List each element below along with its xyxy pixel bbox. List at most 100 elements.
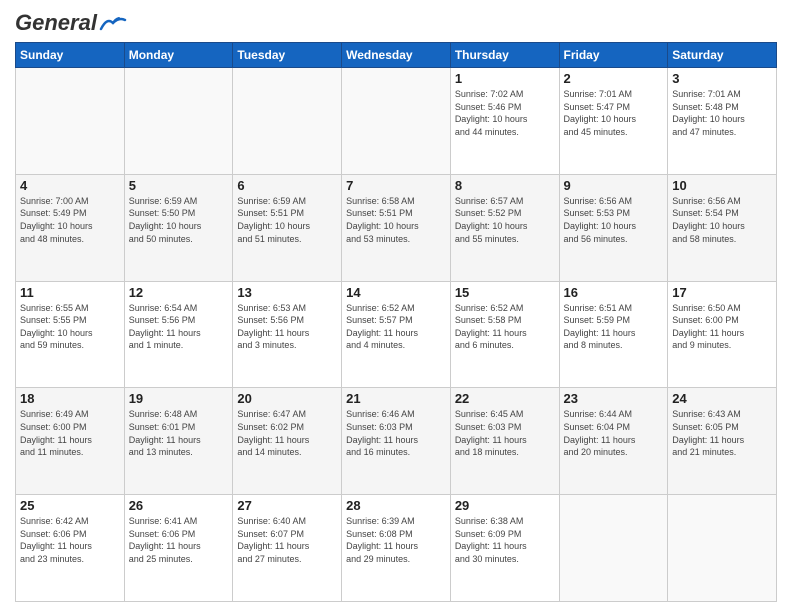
day-info: Sunrise: 6:42 AM Sunset: 6:06 PM Dayligh… [20,515,120,565]
day-info: Sunrise: 7:01 AM Sunset: 5:48 PM Dayligh… [672,88,772,138]
day-info: Sunrise: 6:59 AM Sunset: 5:50 PM Dayligh… [129,195,229,245]
calendar-cell: 18 Sunrise: 6:49 AM Sunset: 6:00 PM Dayli… [16,388,125,495]
week-row-1: 1Sunrise: 7:02 AM Sunset: 5:46 PM Daylig… [16,68,777,175]
calendar-cell [668,495,777,602]
page: General SundayMondayTuesdayWednesdayThur… [0,0,792,612]
day-number: 8 [455,178,555,193]
header: General [15,10,777,34]
weekday-header-saturday: Saturday [668,43,777,68]
calendar-table: SundayMondayTuesdayWednesdayThursdayFrid… [15,42,777,602]
logo-general-text: General [15,10,127,36]
day-number: 24 [672,391,772,406]
calendar-cell: 24 Sunrise: 6:43 AM Sunset: 6:05 PM Dayli… [668,388,777,495]
day-number: 3 [672,71,772,86]
day-info: Sunrise: 7:00 AM Sunset: 5:49 PM Dayligh… [20,195,120,245]
day-number: 10 [672,178,772,193]
day-info: Sunrise: 6:40 AM Sunset: 6:07 PM Dayligh… [237,515,337,565]
calendar-cell: 23 Sunrise: 6:44 AM Sunset: 6:04 PM Dayli… [559,388,668,495]
day-info: Sunrise: 6:39 AM Sunset: 6:08 PM Dayligh… [346,515,446,565]
day-number: 29 [455,498,555,513]
calendar-cell [16,68,125,175]
day-info: Sunrise: 6:56 AM Sunset: 5:54 PM Dayligh… [672,195,772,245]
week-row-4: 18 Sunrise: 6:49 AM Sunset: 6:00 PM Dayli… [16,388,777,495]
day-number: 27 [237,498,337,513]
calendar-cell: 17 Sunrise: 6:50 AM Sunset: 6:00 PM Dayli… [668,281,777,388]
week-row-2: 4 Sunrise: 7:00 AM Sunset: 5:49 PM Daylig… [16,174,777,281]
day-number: 18 [20,391,120,406]
calendar-cell: 2Sunrise: 7:01 AM Sunset: 5:47 PM Daylig… [559,68,668,175]
calendar-cell: 15 Sunrise: 6:52 AM Sunset: 5:58 PM Dayli… [450,281,559,388]
day-number: 11 [20,285,120,300]
calendar-cell: 20Sunrise: 6:47 AM Sunset: 6:02 PM Dayli… [233,388,342,495]
day-info: Sunrise: 6:53 AM Sunset: 5:56 PM Dayligh… [237,302,337,352]
day-info: Sunrise: 6:44 AM Sunset: 6:04 PM Dayligh… [564,408,664,458]
day-number: 12 [129,285,229,300]
day-info: Sunrise: 6:48 AM Sunset: 6:01 PM Dayligh… [129,408,229,458]
weekday-header-tuesday: Tuesday [233,43,342,68]
day-number: 5 [129,178,229,193]
day-info: Sunrise: 6:52 AM Sunset: 5:58 PM Dayligh… [455,302,555,352]
calendar-cell: 21Sunrise: 6:46 AM Sunset: 6:03 PM Dayli… [342,388,451,495]
weekday-header-friday: Friday [559,43,668,68]
day-number: 19 [129,391,229,406]
day-number: 23 [564,391,664,406]
weekday-header-monday: Monday [124,43,233,68]
calendar-cell: 26 Sunrise: 6:41 AM Sunset: 6:06 PM Dayli… [124,495,233,602]
day-number: 20 [237,391,337,406]
calendar-cell: 14 Sunrise: 6:52 AM Sunset: 5:57 PM Dayli… [342,281,451,388]
calendar-cell: 10 Sunrise: 6:56 AM Sunset: 5:54 PM Dayli… [668,174,777,281]
day-info: Sunrise: 6:51 AM Sunset: 5:59 PM Dayligh… [564,302,664,352]
day-number: 21 [346,391,446,406]
day-number: 15 [455,285,555,300]
day-number: 16 [564,285,664,300]
calendar-cell: 11 Sunrise: 6:55 AM Sunset: 5:55 PM Dayli… [16,281,125,388]
calendar-cell: 1Sunrise: 7:02 AM Sunset: 5:46 PM Daylig… [450,68,559,175]
calendar-cell: 16 Sunrise: 6:51 AM Sunset: 5:59 PM Dayli… [559,281,668,388]
calendar-cell [233,68,342,175]
day-info: Sunrise: 6:56 AM Sunset: 5:53 PM Dayligh… [564,195,664,245]
day-number: 1 [455,71,555,86]
calendar-cell [559,495,668,602]
day-info: Sunrise: 6:38 AM Sunset: 6:09 PM Dayligh… [455,515,555,565]
day-number: 7 [346,178,446,193]
day-info: Sunrise: 6:58 AM Sunset: 5:51 PM Dayligh… [346,195,446,245]
day-number: 4 [20,178,120,193]
calendar-cell: 13 Sunrise: 6:53 AM Sunset: 5:56 PM Dayli… [233,281,342,388]
calendar-cell: 19 Sunrise: 6:48 AM Sunset: 6:01 PM Dayli… [124,388,233,495]
calendar-cell [342,68,451,175]
day-info: Sunrise: 6:54 AM Sunset: 5:56 PM Dayligh… [129,302,229,352]
day-number: 13 [237,285,337,300]
day-info: Sunrise: 6:59 AM Sunset: 5:51 PM Dayligh… [237,195,337,245]
day-number: 2 [564,71,664,86]
weekday-header-wednesday: Wednesday [342,43,451,68]
week-row-3: 11 Sunrise: 6:55 AM Sunset: 5:55 PM Dayli… [16,281,777,388]
day-info: Sunrise: 6:43 AM Sunset: 6:05 PM Dayligh… [672,408,772,458]
logo: General [15,10,127,34]
calendar-cell: 29 Sunrise: 6:38 AM Sunset: 6:09 PM Dayli… [450,495,559,602]
day-number: 17 [672,285,772,300]
day-info: Sunrise: 6:41 AM Sunset: 6:06 PM Dayligh… [129,515,229,565]
calendar-cell: 12 Sunrise: 6:54 AM Sunset: 5:56 PM Dayli… [124,281,233,388]
day-info: Sunrise: 6:52 AM Sunset: 5:57 PM Dayligh… [346,302,446,352]
calendar-cell: 28 Sunrise: 6:39 AM Sunset: 6:08 PM Dayli… [342,495,451,602]
calendar-cell: 9 Sunrise: 6:56 AM Sunset: 5:53 PM Daylig… [559,174,668,281]
calendar-cell: 27 Sunrise: 6:40 AM Sunset: 6:07 PM Dayli… [233,495,342,602]
calendar-cell: 3 Sunrise: 7:01 AM Sunset: 5:48 PM Daylig… [668,68,777,175]
day-info: Sunrise: 6:55 AM Sunset: 5:55 PM Dayligh… [20,302,120,352]
calendar-cell: 8Sunrise: 6:57 AM Sunset: 5:52 PM Daylig… [450,174,559,281]
day-number: 28 [346,498,446,513]
day-number: 26 [129,498,229,513]
day-number: 9 [564,178,664,193]
day-number: 25 [20,498,120,513]
day-number: 22 [455,391,555,406]
day-info: Sunrise: 6:50 AM Sunset: 6:00 PM Dayligh… [672,302,772,352]
day-info: Sunrise: 6:49 AM Sunset: 6:00 PM Dayligh… [20,408,120,458]
weekday-header-thursday: Thursday [450,43,559,68]
calendar-cell [124,68,233,175]
weekday-header-row: SundayMondayTuesdayWednesdayThursdayFrid… [16,43,777,68]
calendar-cell: 5 Sunrise: 6:59 AM Sunset: 5:50 PM Daylig… [124,174,233,281]
calendar-cell: 22Sunrise: 6:45 AM Sunset: 6:03 PM Dayli… [450,388,559,495]
calendar-cell: 4 Sunrise: 7:00 AM Sunset: 5:49 PM Daylig… [16,174,125,281]
day-number: 14 [346,285,446,300]
weekday-header-sunday: Sunday [16,43,125,68]
